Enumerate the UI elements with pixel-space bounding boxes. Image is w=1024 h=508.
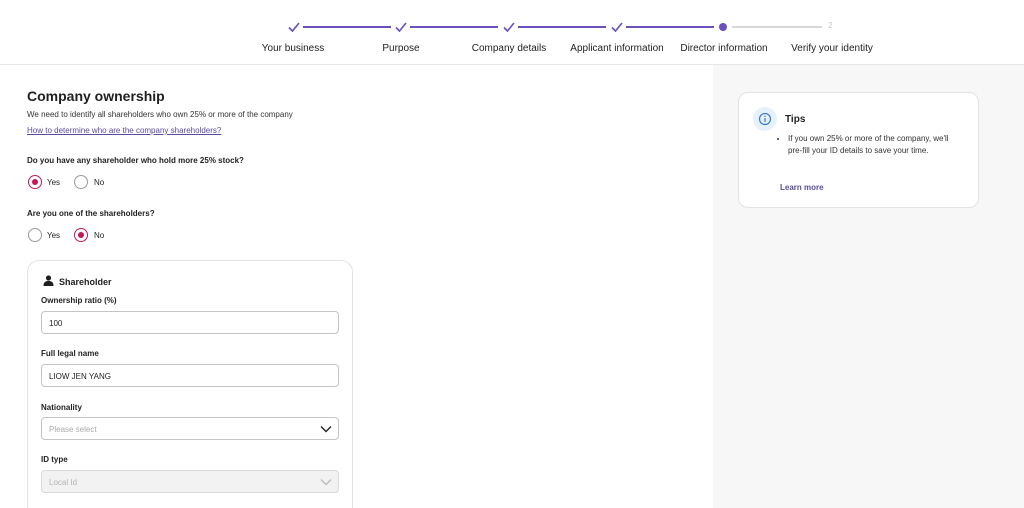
page-subtitle: We need to identify all shareholders who…: [27, 110, 293, 119]
step-connector: [732, 26, 822, 28]
step-connector: [518, 26, 606, 28]
nationality-select[interactable]: Please select: [41, 417, 339, 440]
check-icon: [395, 22, 407, 33]
check-icon: [611, 22, 623, 33]
learn-more-link[interactable]: Learn more: [780, 183, 824, 192]
full-legal-name-input[interactable]: LIOW JEN YANG: [41, 364, 339, 387]
step-applicant-information[interactable]: Applicant information: [570, 43, 663, 54]
nationality-label: Nationality: [41, 403, 82, 412]
chevron-down-icon: [320, 479, 332, 486]
q2-yes-label[interactable]: Yes: [47, 231, 60, 240]
full-legal-name-value: LIOW JEN YANG: [49, 372, 111, 381]
q1-yes-label[interactable]: Yes: [47, 178, 60, 187]
q2-yes-radio[interactable]: [28, 228, 42, 242]
shareholders-help-link[interactable]: How to determine who are the company sha…: [27, 126, 221, 135]
tips-title: Tips: [785, 114, 806, 125]
check-icon: [288, 22, 300, 33]
ownership-ratio-label: Ownership ratio (%): [41, 296, 117, 305]
step-verify-identity: Verify your identity: [791, 43, 873, 54]
ownership-ratio-value: 100: [49, 319, 63, 328]
tips-text: If you own 25% or more of the company, w…: [788, 133, 950, 157]
person-icon: [43, 275, 54, 286]
q2-no-radio[interactable]: [74, 228, 88, 242]
shareholder-title: Shareholder: [59, 277, 112, 287]
info-icon: [753, 107, 777, 131]
step-purpose[interactable]: Purpose: [382, 43, 419, 54]
page-title: Company ownership: [27, 88, 165, 104]
step-connector: [303, 26, 391, 28]
chevron-down-icon: [320, 426, 332, 433]
step-your-business[interactable]: Your business: [262, 43, 324, 54]
full-legal-name-label: Full legal name: [41, 349, 99, 358]
q1-yes-radio[interactable]: [28, 175, 42, 189]
current-step-dot: [719, 23, 727, 31]
q1-no-label[interactable]: No: [94, 178, 104, 187]
step-connector: [410, 26, 498, 28]
id-type-label: ID type: [41, 455, 68, 464]
question-is-shareholder: Are you one of the shareholders?: [27, 209, 155, 218]
id-type-value: Local Id: [49, 478, 78, 487]
tips-list: If you own 25% or more of the company, w…: [780, 133, 950, 157]
q2-no-label[interactable]: No: [94, 231, 104, 240]
q1-no-radio[interactable]: [74, 175, 88, 189]
id-type-select[interactable]: Local Id: [41, 470, 339, 493]
question-shareholder-25: Do you have any shareholder who hold mor…: [27, 156, 244, 165]
step-connector: [626, 26, 714, 28]
step-number: 2: [828, 21, 833, 30]
ownership-ratio-input[interactable]: 100: [41, 311, 339, 334]
tips-card: Tips If you own 25% or more of the compa…: [738, 92, 979, 208]
step-director-information[interactable]: Director information: [680, 43, 767, 54]
check-icon: [503, 22, 515, 33]
progress-stepper: 2 Your business Purpose Company details …: [0, 0, 1024, 65]
nationality-placeholder: Please select: [49, 425, 97, 434]
step-company-details[interactable]: Company details: [472, 43, 546, 54]
